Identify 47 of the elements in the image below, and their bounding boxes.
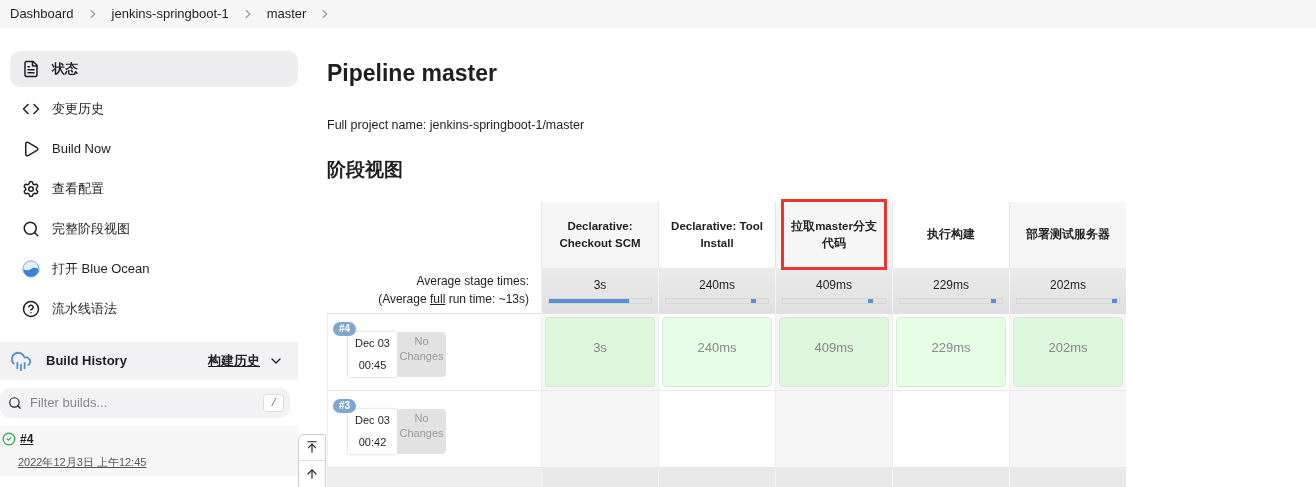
sidebar-item[interactable]: 打开 Blue Ocean — [10, 251, 298, 287]
build-date-link[interactable]: 2022年12月3日 上午12:45 — [18, 454, 298, 471]
arrow-top-icon — [305, 440, 319, 455]
success-icon — [2, 432, 16, 446]
average-time: 240ms — [698, 276, 736, 294]
average-time: 409ms — [815, 276, 853, 294]
average-time: 3s — [592, 276, 608, 294]
sidebar-item[interactable]: 状态 — [10, 51, 298, 87]
sidebar-item[interactable]: 完整阶段视图 — [10, 211, 298, 247]
time-text: 00:42 — [358, 435, 387, 451]
sidebar-item[interactable]: 变更历史 — [10, 91, 298, 127]
stage-header: Declarative: Checkout SCM — [541, 201, 658, 268]
cloud-rain-icon — [10, 350, 32, 372]
build-link[interactable]: #4 — [20, 430, 34, 448]
page-title: Pipeline master — [327, 59, 499, 88]
shortcut-key: / — [263, 393, 284, 413]
stage-header: 拉取master分支代码 — [775, 201, 892, 268]
breadcrumb-link[interactable]: Dashboard — [10, 4, 74, 24]
time-text: 00:45 — [358, 358, 387, 374]
sidebar-item[interactable]: Build Now — [10, 131, 298, 167]
play-icon — [22, 140, 40, 158]
average-time: 202ms — [1049, 276, 1087, 294]
date-text: Dec 03 — [355, 412, 390, 428]
stage-view-title: 阶段视图 — [327, 158, 404, 183]
settings-icon — [22, 180, 40, 198]
average-time: 229ms — [932, 276, 970, 294]
sidebar-item[interactable]: 流水线语法 — [10, 291, 298, 327]
build-history-title: Build History — [46, 352, 127, 371]
breadcrumb-link[interactable]: jenkins-springboot-1 — [111, 4, 229, 24]
build-history-link[interactable]: 构建历史 — [208, 351, 260, 371]
changes-box: No Changes — [397, 408, 446, 454]
full-link[interactable]: full — [429, 292, 446, 307]
search-icon — [8, 396, 22, 410]
sidebar-item[interactable]: 查看配置 — [10, 171, 298, 207]
date-text: Dec 03 — [355, 335, 390, 351]
filter-builds-box[interactable]: Filter builds... / — [0, 388, 290, 418]
breadcrumb-link[interactable]: master — [266, 4, 307, 24]
filter-builds-field[interactable]: Filter builds... — [30, 393, 264, 413]
changes-box: No Changes — [397, 331, 446, 377]
search-icon — [22, 220, 40, 238]
average-stage-label: Average stage times: — [416, 273, 529, 291]
ocean-icon — [22, 260, 40, 278]
average-run-time: (Average full run time: ~13s) — [378, 291, 529, 309]
help-icon — [22, 300, 40, 318]
document-icon — [22, 60, 40, 78]
full-project-name: Full project name: jenkins-springboot-1/master — [327, 116, 586, 134]
stage-header: 部署测试服务器 — [1009, 201, 1126, 268]
